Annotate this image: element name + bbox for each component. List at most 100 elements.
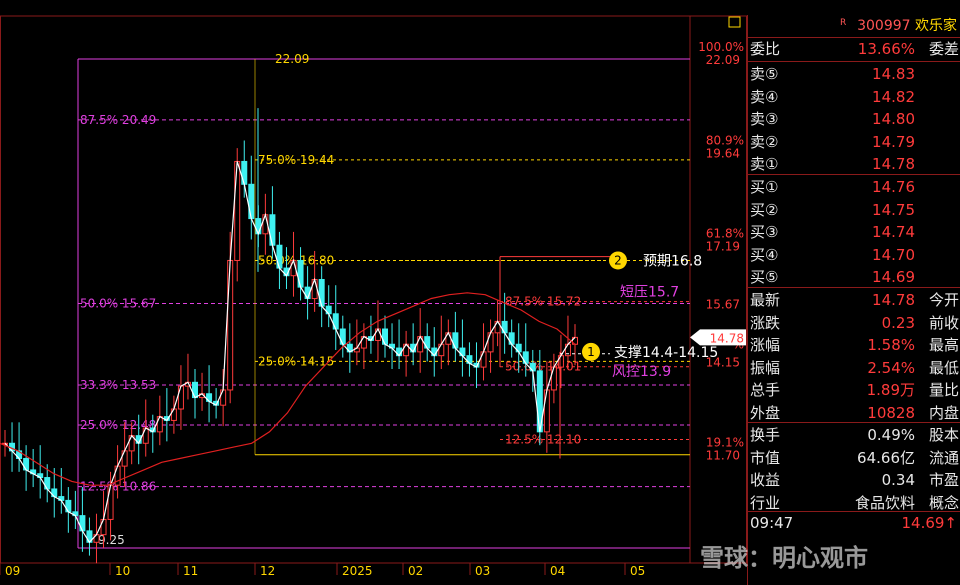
row-value: 64.66亿 (857, 448, 915, 467)
fib-level-label: 33.3% 13.53 (80, 378, 156, 392)
candle-body (438, 343, 445, 357)
watermark: 雪球：明心观市 (700, 544, 868, 572)
row-right-label: 内盘 (928, 403, 959, 422)
axis-price-label: 22.09 (706, 53, 740, 67)
x-tick-label: 03 (475, 564, 490, 578)
candle-body (170, 408, 177, 421)
row-value: 1.89万 (866, 381, 915, 399)
target-label: 预期16.8 (643, 253, 702, 269)
candle-body (241, 160, 248, 185)
row-value: 14.79 (872, 132, 915, 151)
axis-pct-label: 19.1% (706, 436, 744, 450)
x-tick-label: 09 (5, 564, 20, 578)
x-tick-label: 02 (408, 564, 423, 578)
row-right-label: 股本 (928, 426, 959, 444)
row-right-label: 市盈 (928, 471, 959, 489)
square-icon (728, 16, 741, 28)
x-tick-label: 2025 (342, 564, 373, 578)
row-right-label: 量比 (928, 381, 959, 399)
fib-level-label: 50.0% 15.67 (80, 297, 156, 311)
row-label: 卖① (750, 155, 779, 173)
axis-pct-label: 61.8% (706, 227, 744, 241)
candle-body (100, 518, 107, 536)
row-value: 14.78 (872, 155, 915, 173)
asks-row: 卖⑤ 14.83 (748, 63, 960, 85)
candle-body (121, 450, 128, 467)
candle-body (177, 385, 184, 410)
row-right-label: 今开 (928, 291, 959, 309)
short-level-label: 12.5% 12.10 (505, 432, 581, 446)
candle-body (107, 484, 114, 520)
candle-body (79, 515, 86, 532)
resist-label: 短压15.7 (620, 284, 679, 300)
bids-row: 买① 14.76 (748, 176, 960, 198)
row-value: 14.74 (872, 223, 915, 241)
asks-row: 卖① 14.78 (748, 153, 960, 175)
bids-row: 买③ 14.74 (748, 221, 960, 243)
row-label: 买③ (750, 223, 779, 241)
r-flag: R (840, 18, 847, 28)
row-label: 卖② (750, 132, 779, 151)
row-value: 14.76 (872, 178, 915, 196)
row-value: 14.80 (872, 110, 915, 128)
stock-header: R 300997 欢乐家 (748, 15, 960, 37)
row-label: 振幅 (750, 358, 781, 377)
axis-price-label: 15.67 (706, 298, 740, 312)
asks-row: 卖③ 14.80 (748, 108, 960, 130)
bids-row: 买⑤ 14.69 (748, 266, 960, 288)
mid-level-label: 75.0% 19.44 (258, 153, 334, 167)
row-label: 最新 (750, 291, 781, 309)
row-value: 14.83 (872, 65, 915, 83)
stats2-row: 换手 0.49% 股本 (748, 424, 960, 446)
stats1-row: 涨跌 0.23 前收 (748, 312, 960, 334)
asks-row: 卖④ 14.82 (748, 86, 960, 108)
axis-pct-label: 80.9% (706, 133, 744, 147)
stock-code: 300997 (857, 18, 911, 34)
row-right-label: 前收 (928, 313, 959, 332)
x-tick-label: 10 (115, 564, 130, 578)
candle-body (234, 160, 241, 261)
candle-body (318, 279, 325, 307)
row-value: 14.78 (872, 291, 915, 309)
row-label: 外盘 (750, 403, 781, 422)
x-tick-label: 11 (183, 564, 198, 578)
candle-body (374, 328, 381, 341)
row-label: 涨幅 (750, 336, 781, 354)
axis-price-label: 11.70 (706, 449, 740, 463)
row-value: 0.34 (881, 471, 915, 489)
row-label: 买④ (750, 245, 779, 264)
row-right-label: 流通 (928, 448, 959, 467)
row-value: 14.82 (872, 87, 915, 106)
candle-body (248, 183, 255, 220)
row-label: 收益 (750, 471, 781, 489)
marker-2-label: 2 (614, 253, 622, 267)
candle-body (487, 332, 494, 353)
stats1-row: 总手 1.89万 量比 (748, 379, 960, 401)
short-level-label: 50.0% 14.01 (505, 360, 581, 374)
row-value: 14.75 (872, 200, 915, 219)
price-chart[interactable]: 09 10 11 12 2025 02 03 04 0587.5% 20.4950.0% 15.… (0, 0, 747, 585)
candle-body (550, 366, 557, 391)
stats1-row: 外盘 10828 内盘 (748, 402, 960, 424)
candle-body (543, 389, 550, 433)
short-level-label: 87.5% 15.72 (505, 295, 581, 309)
x-tick-label: 12 (260, 564, 275, 578)
row-value: 0.49% (867, 426, 915, 444)
candle-body (452, 332, 459, 349)
top-strip (0, 0, 300, 8)
axis-pct-label: 100.0% (698, 40, 744, 54)
row-label: 总手 (750, 381, 781, 399)
mid-level-label: 25.0% 14.15 (258, 354, 334, 368)
row-label: 买① (750, 178, 779, 196)
row-value: 0.23 (881, 313, 915, 332)
axis-price-label: 19.64 (706, 146, 740, 160)
candle-body (192, 381, 198, 399)
current-price-label: 14.78 (710, 331, 744, 345)
row-label: 涨跌 (750, 313, 781, 332)
stats1-row: 振幅 2.54% 最低 (748, 357, 960, 379)
stock-name: 欢乐家 (915, 18, 957, 34)
row-label: 换手 (750, 426, 781, 444)
row-label: 市值 (750, 448, 781, 467)
axis-price-label: 17.19 (706, 240, 740, 254)
row-label: 卖③ (750, 110, 779, 128)
